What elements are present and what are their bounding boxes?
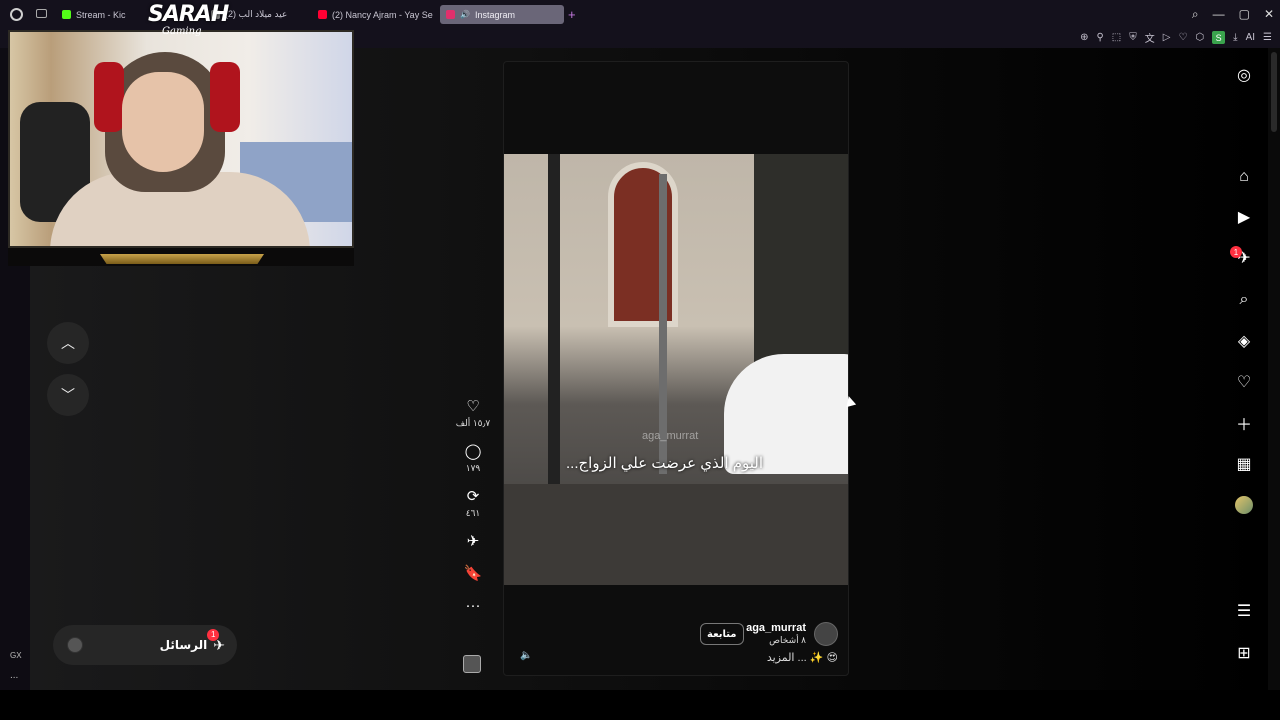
webcam-overlay xyxy=(8,30,354,248)
more-icon: ··· xyxy=(465,597,481,614)
video-pole xyxy=(659,174,667,474)
play-icon[interactable]: ▷ xyxy=(1163,32,1171,43)
repost-action[interactable]: ⟳ ٤٦١ xyxy=(466,488,481,519)
maximize-button[interactable]: ▢ xyxy=(1239,7,1250,22)
window-controls: ⌕ — ▢ ✕ xyxy=(1192,7,1274,22)
extension-s-icon[interactable]: S xyxy=(1212,31,1226,44)
reel-actions: ♡ ١٥٫٧ ألف ◯ ١٧٩ ⟳ ٤٦١ ✈ 🔖 ··· xyxy=(455,398,491,629)
comment-action[interactable]: ◯ ١٧٩ xyxy=(465,443,482,474)
video-watermark: aga_murrat xyxy=(642,430,699,442)
bookmark-icon: 🔖 xyxy=(463,565,483,582)
like-action[interactable]: ♡ ١٥٫٧ ألف xyxy=(456,398,491,429)
kick-favicon-icon xyxy=(62,10,71,19)
home-icon[interactable]: ⌂ xyxy=(1228,163,1260,191)
heart-icon: ♡ xyxy=(466,398,480,415)
audio-playing-icon[interactable]: 🔊 xyxy=(460,10,470,19)
reel-caption[interactable]: المزيد ... ✨ 😍 xyxy=(767,651,838,664)
reel-author-avatar[interactable] xyxy=(814,622,838,646)
direct-icon[interactable]: ✈ 1 xyxy=(1228,244,1260,272)
share-action[interactable]: ✈ xyxy=(467,533,480,551)
reel-tagged-people[interactable]: ٨ أشخاص xyxy=(769,635,806,646)
mute-toggle-icon[interactable]: 🔈 xyxy=(520,650,532,661)
messages-button[interactable]: الرسائل ✈ 1 xyxy=(53,625,237,665)
direct-badge: 1 xyxy=(1230,246,1242,258)
video-arched-window xyxy=(608,162,678,327)
reels-icon[interactable]: ▶ xyxy=(1228,203,1260,231)
download-icon[interactable]: ⤓ xyxy=(1233,32,1237,43)
video-caption: اليوم الذي عرضت علي الزواج... xyxy=(566,455,764,472)
share-icon: ✈ xyxy=(466,533,480,550)
follow-button[interactable]: متابعة xyxy=(700,623,744,645)
chevron-up-icon: ︿ xyxy=(61,335,75,351)
reel-meta: 🔈 متابعة aga_murrat ٨ أشخاص المزيد ... ✨… xyxy=(504,592,848,675)
webcam-person-face xyxy=(122,72,204,172)
new-tab-button[interactable]: + xyxy=(568,7,576,22)
comment-count: ١٧٩ xyxy=(465,463,481,473)
search-icon[interactable]: ⌕ xyxy=(1228,286,1260,314)
page-scrollbar[interactable] xyxy=(1268,48,1280,690)
profile-button[interactable] xyxy=(1228,491,1260,519)
bottom-bar xyxy=(0,690,1280,720)
stream-brand-logo: SARAH xyxy=(148,2,229,27)
search-tabs-icon[interactable]: ⌕ xyxy=(1192,7,1199,22)
browser-logo-icon[interactable] xyxy=(10,8,23,21)
chevron-down-icon: ﹀ xyxy=(61,387,75,403)
reel-video[interactable]: aga_murrat اليوم الذي عرضت علي الزواج... xyxy=(504,154,848,585)
repost-count: ٤٦١ xyxy=(465,508,481,518)
notifications-icon[interactable]: ♡ xyxy=(1228,368,1260,396)
reel-username[interactable]: aga_murrat xyxy=(746,622,806,634)
tab-label: (2) Nancy Ajram - Yay Se xyxy=(332,9,433,20)
next-reel-button[interactable]: ﹀ xyxy=(47,374,89,416)
messages-badge: 1 xyxy=(207,628,220,641)
instagram-logo-icon[interactable]: ◎ xyxy=(1228,61,1260,89)
messages-label: الرسائل xyxy=(159,638,208,652)
tab-instagram[interactable]: 🔊 Instagram xyxy=(440,5,564,24)
stream-brand-subtitle: Gaming xyxy=(162,26,202,37)
minimize-button[interactable]: — xyxy=(1213,7,1225,22)
tab-label: Instagram xyxy=(474,9,515,20)
ai-button[interactable]: AI xyxy=(1246,32,1255,43)
original-audio-thumbnail[interactable] xyxy=(463,655,481,673)
tab-list-icon[interactable] xyxy=(36,9,47,18)
like-count: ١٥٫٧ ألف xyxy=(455,418,491,428)
youtube-favicon-icon xyxy=(318,10,327,19)
tab-label: (2) عيد ميلاد الب xyxy=(225,9,288,19)
extensions-icon[interactable]: ⬡ xyxy=(1195,32,1204,43)
gx-label[interactable]: GX xyxy=(10,651,22,660)
webcam-headset-right xyxy=(210,62,240,132)
create-icon[interactable]: ＋ xyxy=(1228,409,1260,437)
messages-avatar xyxy=(67,637,83,653)
save-action[interactable]: 🔖 xyxy=(464,565,483,583)
address-toolbar: ⊕ ⚲ ⬚ ⛨ 文 ▷ ♡ ⬡ S ⤓ AI ☰ xyxy=(1080,30,1272,45)
zoom-icon[interactable]: ⊕ xyxy=(1080,32,1088,43)
instagram-favicon-icon xyxy=(446,10,455,19)
pin-icon[interactable]: ⚲ xyxy=(1096,32,1103,43)
sidebar-more-icon[interactable]: ... xyxy=(10,670,18,681)
more-icon[interactable]: ⊞ xyxy=(1228,639,1260,667)
repost-icon: ⟳ xyxy=(466,488,480,505)
scrollbar-thumb[interactable] xyxy=(1271,52,1277,132)
profile-avatar xyxy=(1235,496,1253,514)
tab-kick-stream[interactable]: Stream - Kic xyxy=(56,5,156,24)
shield-icon[interactable]: ⛨ xyxy=(1129,32,1137,43)
video-lamp-post xyxy=(548,154,560,484)
previous-reel-button[interactable]: ︿ xyxy=(47,322,89,364)
more-action[interactable]: ··· xyxy=(466,597,481,615)
webcam-gold-bar xyxy=(100,254,264,264)
tab-nancy-ajram[interactable]: (2) Nancy Ajram - Yay Se xyxy=(312,5,436,24)
dashboard-icon[interactable]: ▦ xyxy=(1228,450,1260,478)
close-button[interactable]: ✕ xyxy=(1264,7,1274,22)
heart-icon[interactable]: ♡ xyxy=(1178,32,1187,43)
webcam-headset-left xyxy=(94,62,124,132)
menu-icon[interactable]: ☰ xyxy=(1263,32,1272,43)
reel-card[interactable]: aga_murrat اليوم الذي عرضت علي الزواج...… xyxy=(503,61,849,676)
tab-label: Stream - Kic xyxy=(76,9,126,20)
video-ground xyxy=(504,484,848,585)
translate-icon[interactable]: 文 xyxy=(1145,30,1155,45)
snapshot-icon[interactable]: ⬚ xyxy=(1112,32,1121,43)
explore-icon[interactable]: ◈ xyxy=(1228,327,1260,355)
comment-icon: ◯ xyxy=(464,443,482,460)
menu-icon[interactable]: ☰ xyxy=(1228,597,1260,625)
direct-icon: ✈ 1 xyxy=(207,628,225,654)
